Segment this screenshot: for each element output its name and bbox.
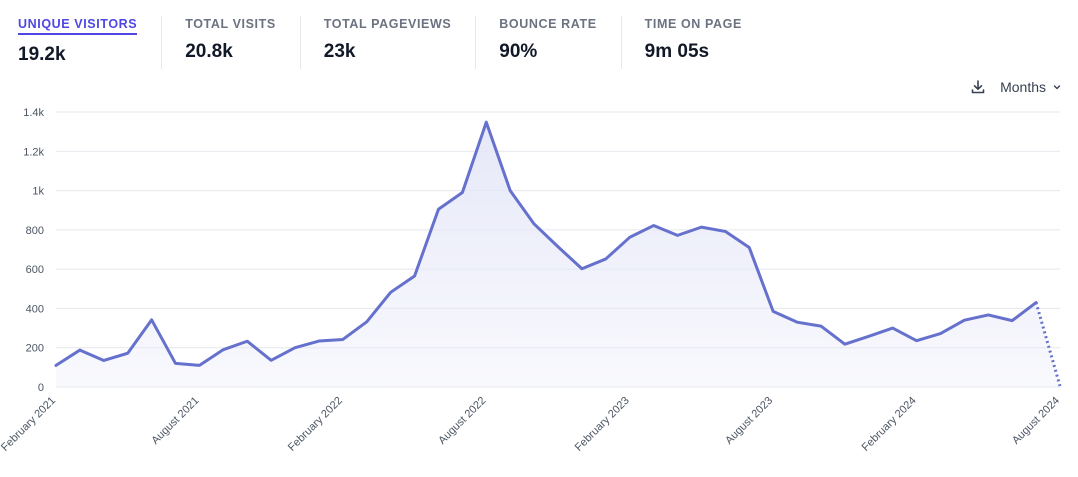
y-tick-label: 200 bbox=[26, 343, 44, 355]
y-tick-label: 1.4k bbox=[23, 107, 44, 119]
stat-bounce-rate[interactable]: BOUNCE RATE 90% bbox=[475, 0, 620, 72]
chart-controls: Months bbox=[968, 76, 1062, 98]
stat-value: 9m 05s bbox=[644, 41, 710, 62]
visitors-chart: 0 200 400 600 800 1k 1.2k 1.4k February 2021 Augu… bbox=[0, 107, 1062, 454]
y-tick-label: 1.2k bbox=[23, 146, 44, 158]
interval-select[interactable]: Months bbox=[1000, 79, 1062, 95]
x-tick-label: August 2021 bbox=[149, 395, 201, 447]
x-tick-label: February 2024 bbox=[860, 395, 919, 454]
stat-value: 19.2k bbox=[18, 44, 66, 65]
interval-label: Months bbox=[1000, 79, 1046, 95]
stat-label: BOUNCE RATE bbox=[499, 17, 597, 31]
x-tick-label: August 2024 bbox=[1010, 395, 1062, 447]
stat-time-on-page[interactable]: TIME ON PAGE 9m 05s bbox=[620, 0, 766, 72]
stat-value: 90% bbox=[499, 41, 538, 62]
y-tick-label: 800 bbox=[26, 225, 44, 237]
y-tick-label: 400 bbox=[26, 303, 44, 315]
stat-label: TIME ON PAGE bbox=[644, 17, 742, 31]
x-tick-label: August 2022 bbox=[436, 395, 488, 447]
stat-label: UNIQUE VISITORS bbox=[18, 16, 138, 35]
stat-total-pageviews[interactable]: TOTAL PAGEVIEWS 23k bbox=[299, 0, 476, 72]
y-tick-label: 1k bbox=[32, 186, 44, 198]
y-tick-label: 600 bbox=[26, 264, 44, 276]
x-tick-label: August 2023 bbox=[723, 395, 775, 447]
x-tick-label: February 2021 bbox=[0, 395, 58, 454]
stat-label: TOTAL PAGEVIEWS bbox=[323, 17, 452, 31]
stat-total-visits[interactable]: TOTAL VISITS 20.8k bbox=[161, 0, 300, 72]
stat-value: 20.8k bbox=[185, 41, 233, 62]
stats-bar: UNIQUE VISITORS 19.2k TOTAL VISITS 20.8k… bbox=[0, 0, 1078, 72]
x-tick-label: February 2022 bbox=[286, 395, 345, 454]
stat-value: 23k bbox=[323, 41, 356, 62]
y-tick-label: 0 bbox=[38, 382, 44, 394]
chevron-down-icon bbox=[1052, 82, 1062, 92]
stat-unique-visitors[interactable]: UNIQUE VISITORS 19.2k bbox=[0, 0, 161, 72]
stat-label: TOTAL VISITS bbox=[185, 17, 276, 31]
x-tick-label: February 2023 bbox=[573, 395, 632, 454]
download-icon[interactable] bbox=[968, 77, 988, 97]
